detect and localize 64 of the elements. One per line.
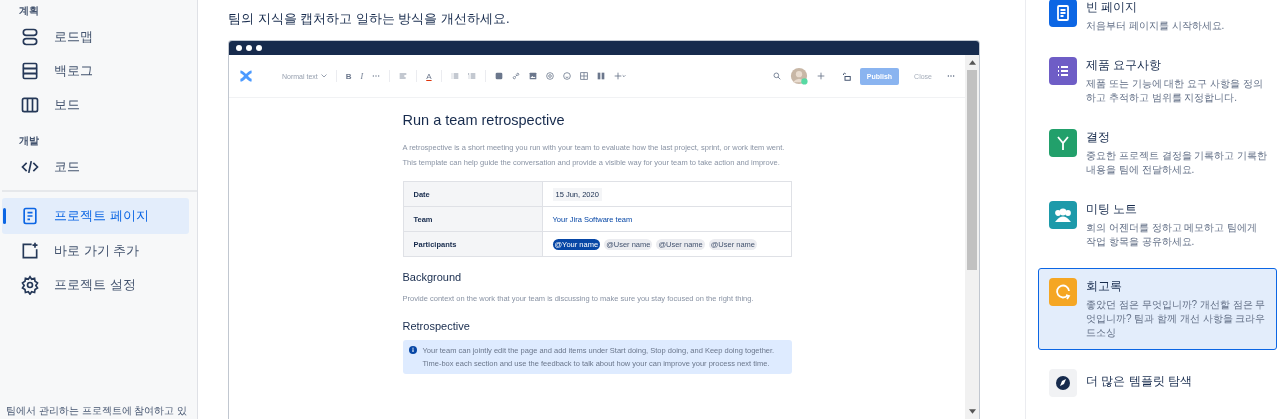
board-icon	[20, 95, 40, 115]
caret-icon[interactable]	[320, 74, 327, 78]
scrollbar[interactable]	[965, 55, 979, 419]
more-icon[interactable]	[947, 72, 955, 80]
numbered-list-icon[interactable]	[467, 72, 476, 80]
search-icon[interactable]	[772, 72, 781, 80]
template-title: 빈 페이지	[1086, 0, 1139, 16]
bold-button[interactable]: B	[345, 71, 352, 81]
settings-icon	[20, 275, 40, 295]
template-title: 회고록	[1086, 278, 1123, 295]
sidebar-item[interactable]: 백로그	[2, 54, 189, 88]
add-shortcut-icon	[20, 241, 40, 261]
section-heading: Background	[402, 271, 463, 283]
italic-button[interactable]: I	[360, 71, 364, 81]
section-heading: Retrospective	[402, 320, 471, 332]
template-description: 회의 어젠더를 정하고 메모하고 팀에게 작업 항목을 공유하세요.	[1086, 221, 1259, 249]
link-icon[interactable]	[511, 72, 520, 80]
sidebar-item[interactable]: 보드	[2, 88, 189, 122]
page-icon	[20, 206, 40, 226]
template-card[interactable]: 회고록 좋았던 점은 무엇입니까? 개선할 점은 무엇입니까? 팀과 함께 개선 사항을 크라우드소싱	[1038, 268, 1277, 350]
template-card[interactable]: 결정 중요한 프로젝트 결정을 기록하고 기록한 내용을 팀에 전달하세요.	[1038, 124, 1277, 182]
template-description: 처음부터 페이지를 시작하세요.	[1086, 19, 1225, 33]
footer-text: 팀에서 관리하는 프로젝트에 참여하고 있	[5, 404, 189, 418]
sidebar-item[interactable]: 바로 가기 추가	[2, 234, 189, 268]
section-heading: 개발	[18, 134, 40, 148]
template-description: 중요한 프로젝트 결정을 기록하고 기록한 내용을 팀에 전달하세요.	[1086, 149, 1268, 177]
sidebar-item[interactable]: 코드	[2, 150, 189, 184]
document-title: Run a team retrospective	[402, 112, 566, 128]
add-icon[interactable]	[816, 72, 825, 80]
window-dots-icon	[235, 44, 265, 52]
sidebar-item[interactable]: 프로젝트 페이지	[2, 198, 189, 234]
section-heading: 계획	[18, 4, 40, 18]
insert-icon[interactable]	[613, 72, 626, 80]
avatar-icon	[789, 67, 808, 85]
template-card[interactable]: 빈 페이지 처음부터 페이지를 시작하세요.	[1038, 0, 1277, 38]
roadmap-icon	[20, 27, 40, 47]
intro-text: 팀의 지식을 캡처하고 일하는 방식을 개선하세요.	[228, 10, 511, 28]
compass-icon	[1049, 369, 1077, 397]
logo-icon	[239, 70, 253, 82]
template-title: 더 많은 템플릿 탐색	[1086, 373, 1192, 390]
scroll-down-icon[interactable]	[968, 409, 976, 414]
text-color-button[interactable]: A	[426, 71, 432, 81]
checkbox-icon[interactable]	[494, 72, 503, 80]
image-icon[interactable]	[528, 72, 537, 80]
align-icon[interactable]	[399, 72, 408, 80]
layout-icon[interactable]	[596, 72, 605, 80]
template-card[interactable]: 더 많은 템플릿 탐색	[1038, 364, 1277, 402]
emoji-icon[interactable]	[562, 72, 571, 80]
sidebar-item[interactable]: 프로젝트 설정	[2, 268, 189, 302]
template-title: 미팅 노트	[1086, 201, 1139, 218]
template-card[interactable]: 제품 요구사항 제품 또는 기능에 대한 요구 사항을 정의하고 추적하고 범위를 지정합니다.	[1038, 52, 1277, 110]
unlock-icon[interactable]	[841, 71, 851, 81]
sidebar-item[interactable]: 로드맵	[2, 20, 189, 54]
table-icon[interactable]	[579, 72, 588, 80]
scroll-up-icon[interactable]	[968, 60, 976, 65]
more-icon[interactable]	[372, 72, 381, 80]
info-icon	[408, 346, 417, 354]
template-card[interactable]: 미팅 노트 회의 어젠더를 정하고 메모하고 팀에게 작업 항목을 공유하세요.	[1038, 196, 1277, 254]
template-description: 제품 또는 기능에 대한 요구 사항을 정의하고 추적하고 범위를 지정합니다.	[1086, 77, 1264, 105]
template-title: 제품 요구사항	[1086, 57, 1163, 74]
mention-icon[interactable]	[545, 72, 554, 80]
template-title: 결정	[1086, 129, 1111, 146]
backlog-icon	[20, 61, 40, 81]
template-description: 좋았던 점은 무엇입니까? 개선할 점은 무엇입니까? 팀과 함께 개선 사항을 크라우드소싱	[1086, 298, 1267, 340]
